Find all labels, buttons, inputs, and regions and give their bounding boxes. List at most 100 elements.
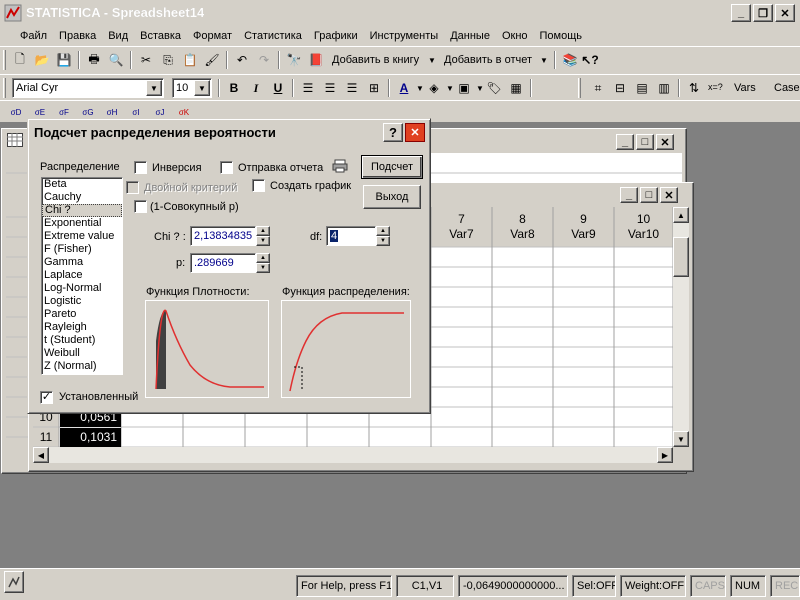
column-header[interactable]: 8 Var8 xyxy=(492,207,553,247)
scrollbar-thumb[interactable] xyxy=(673,237,689,277)
scroll-left-arrow-icon[interactable]: ◀ xyxy=(33,447,49,463)
vars-button[interactable]: Vars xyxy=(734,82,756,94)
close-button[interactable]: ✕ xyxy=(775,4,795,22)
distribution-list-item[interactable]: Pareto xyxy=(42,308,122,321)
maximize-button[interactable]: □ xyxy=(636,134,654,150)
row-number[interactable]: 11 xyxy=(33,427,59,447)
table-edit-icon[interactable]: ⌗ xyxy=(588,79,608,97)
chevron-down-icon[interactable]: ▼ xyxy=(146,80,162,96)
distribution-list-item[interactable]: Log-Normal xyxy=(42,282,122,295)
merge-cells-icon[interactable]: ⊞ xyxy=(364,79,384,97)
menu-item[interactable]: Формат xyxy=(187,30,238,42)
menu-item[interactable]: Графики xyxy=(308,30,364,42)
grid-icon[interactable]: ▦ xyxy=(506,79,526,97)
column-header[interactable]: 10 Var10 xyxy=(614,207,673,247)
format-cells-icon[interactable]: ▤ xyxy=(632,79,652,97)
print-preview-icon[interactable]: 🔍 xyxy=(106,51,126,69)
menu-item[interactable]: Помощь xyxy=(534,30,589,42)
chevron-down-icon[interactable]: ▼ xyxy=(540,56,548,65)
scroll-down-arrow-icon[interactable]: ▼ xyxy=(673,431,689,447)
spin-down-icon[interactable]: ▼ xyxy=(256,263,270,273)
align-left-icon[interactable]: ☰ xyxy=(298,79,318,97)
font-size-combo[interactable]: 10 ▼ xyxy=(172,78,212,98)
distribution-list-item[interactable]: Rayleigh xyxy=(42,321,122,334)
statistica-tray-icon[interactable] xyxy=(4,571,24,593)
distribution-list-item[interactable]: Z (Normal) xyxy=(42,360,122,373)
restore-button[interactable]: ❐ xyxy=(753,4,773,22)
menu-item[interactable]: Правка xyxy=(53,30,102,42)
menu-item[interactable]: Статистика xyxy=(238,30,308,42)
spin-up-icon[interactable]: ▲ xyxy=(376,226,390,236)
add-to-report-button[interactable]: Добавить в отчет xyxy=(444,54,532,66)
scroll-right-arrow-icon[interactable]: ▶ xyxy=(657,447,673,463)
distribution-list-item[interactable]: Exponential xyxy=(42,217,122,230)
insert-cells-icon[interactable]: ⊟ xyxy=(610,79,630,97)
books-icon[interactable]: 📚 xyxy=(560,51,580,69)
calculate-button[interactable]: Подсчет xyxy=(361,155,423,179)
add-to-book-icon[interactable]: 📕 xyxy=(306,51,326,69)
p-spinner[interactable]: ▲ ▼ xyxy=(256,253,270,273)
spin-up-icon[interactable]: ▲ xyxy=(256,253,270,263)
paste-icon[interactable]: 📋 xyxy=(180,51,200,69)
menu-item[interactable]: Вставка xyxy=(134,30,187,42)
menu-item[interactable]: Инструменты xyxy=(364,30,445,42)
close-button[interactable]: ✕ xyxy=(656,134,674,150)
undo-icon[interactable]: ↶ xyxy=(232,51,252,69)
find-binoculars-icon[interactable]: 🔭 xyxy=(284,51,304,69)
close-icon[interactable]: ✕ xyxy=(405,123,425,142)
close-button[interactable]: ✕ xyxy=(660,187,678,203)
add-to-book-button[interactable]: Добавить в книгу xyxy=(332,54,419,66)
cumulative-checkbox[interactable] xyxy=(134,200,147,213)
calc-button[interactable]: x=? xyxy=(708,82,723,92)
spin-down-icon[interactable]: ▼ xyxy=(256,236,270,246)
print-icon[interactable]: 🖶 xyxy=(84,51,104,69)
tag-icon[interactable]: 🏷 xyxy=(484,79,504,97)
scroll-up-arrow-icon[interactable]: ▲ xyxy=(673,207,689,223)
distribution-list-item[interactable]: F (Fisher) xyxy=(42,243,122,256)
printer-icon[interactable] xyxy=(332,159,348,173)
chi-input[interactable]: 2,13834835 xyxy=(190,226,256,246)
two-sided-checkbox[interactable] xyxy=(126,181,139,194)
distribution-list-item[interactable]: Weibull xyxy=(42,347,122,360)
exit-button[interactable]: Выход xyxy=(363,185,421,209)
minimize-button[interactable]: _ xyxy=(616,134,634,150)
underline-button[interactable]: U xyxy=(268,79,288,97)
font-name-combo[interactable]: Arial Cyr ▼ xyxy=(12,78,164,98)
distribution-list[interactable]: Beta Cauchy Chi ? Exponential Extreme value F… xyxy=(41,177,123,375)
help-button[interactable]: ? xyxy=(383,123,403,142)
column-header[interactable]: 7 Var7 xyxy=(431,207,492,247)
distribution-list-item[interactable]: Chi ? xyxy=(42,204,122,217)
menu-item[interactable]: Данные xyxy=(444,30,496,42)
minimize-button[interactable]: _ xyxy=(731,4,751,22)
case-button[interactable]: Case xyxy=(774,82,800,94)
distribution-list-item[interactable]: Cauchy xyxy=(42,191,122,204)
new-file-icon[interactable]: 🗋 xyxy=(10,51,30,69)
sort-icon[interactable]: ⇅ xyxy=(684,79,704,97)
minimize-button[interactable]: _ xyxy=(620,187,638,203)
copy-icon[interactable]: ⎘ xyxy=(158,51,178,69)
chi-spinner[interactable]: ▲ ▼ xyxy=(256,226,270,246)
df-spinner[interactable]: ▲ ▼ xyxy=(376,226,390,246)
align-right-icon[interactable]: ☰ xyxy=(342,79,362,97)
menu-item[interactable]: Окно xyxy=(496,30,534,42)
align-center-icon[interactable]: ☰ xyxy=(320,79,340,97)
send-report-checkbox[interactable] xyxy=(220,161,233,174)
installed-checkbox[interactable]: ✓ xyxy=(40,391,53,404)
spin-up-icon[interactable]: ▲ xyxy=(256,226,270,236)
bold-button[interactable]: B xyxy=(224,79,244,97)
df-input[interactable]: 4 xyxy=(326,226,376,246)
context-help-icon[interactable]: ↖? xyxy=(580,51,600,69)
chevron-down-icon[interactable]: ▼ xyxy=(194,80,210,96)
create-graph-checkbox[interactable] xyxy=(252,179,265,192)
vertical-scrollbar[interactable]: ▲ ▼ xyxy=(673,207,689,447)
redo-icon[interactable]: ↷ xyxy=(254,51,274,69)
distribution-d-icon[interactable]: σD xyxy=(6,103,26,121)
distribution-list-item[interactable]: t (Student) xyxy=(42,334,122,347)
inversion-checkbox[interactable] xyxy=(134,161,147,174)
format-painter-icon[interactable]: 🖌 xyxy=(202,51,222,69)
distribution-list-item[interactable]: Logistic xyxy=(42,295,122,308)
distribution-list-item[interactable]: Beta xyxy=(42,178,122,191)
maximize-button[interactable]: □ xyxy=(640,187,658,203)
chevron-down-icon[interactable]: ▼ xyxy=(428,56,436,65)
table-cell[interactable]: 0,1031 xyxy=(60,428,121,447)
